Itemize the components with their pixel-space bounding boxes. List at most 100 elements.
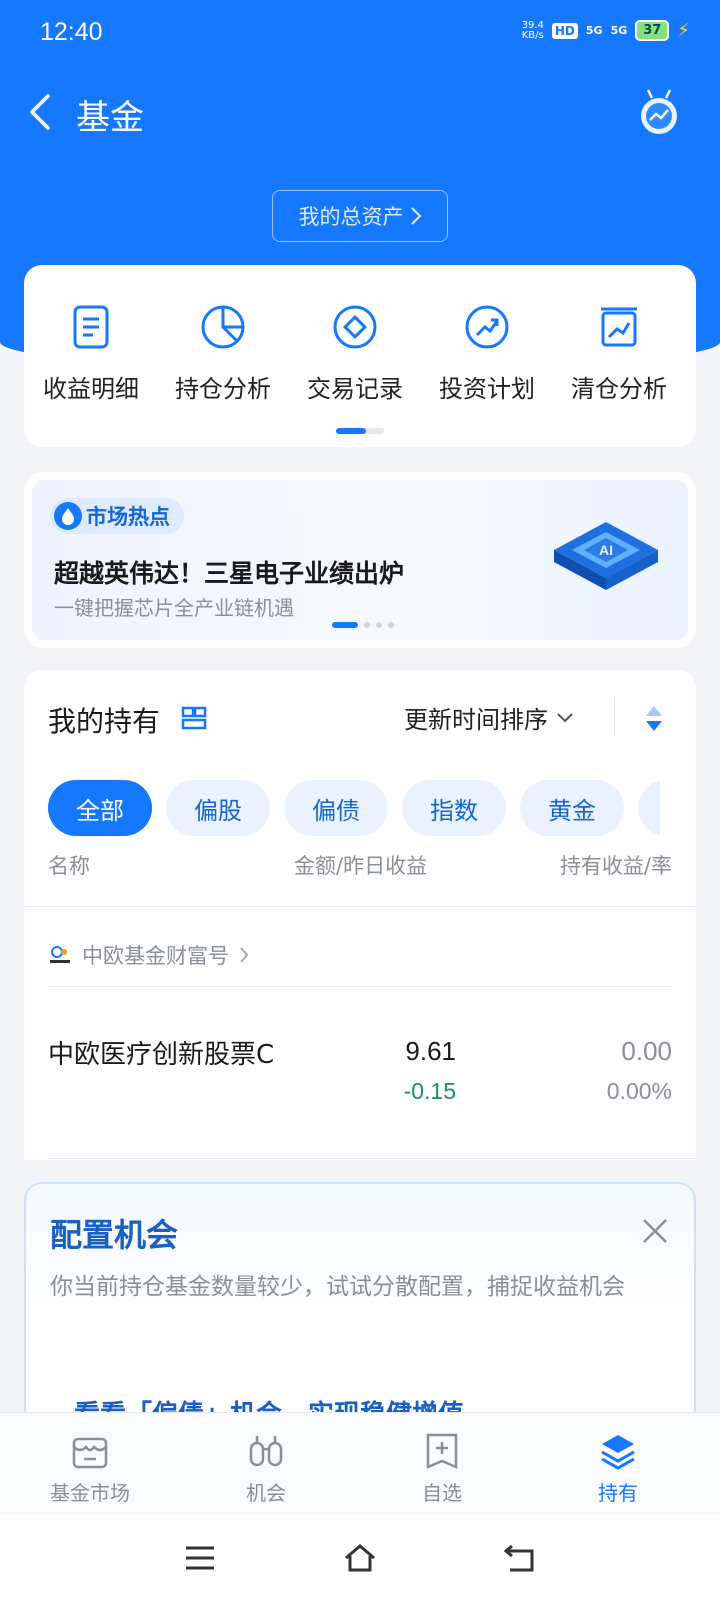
column-header-profit: 持有收益/率	[559, 854, 672, 878]
tab-label: 机会	[246, 1481, 286, 1505]
sort-dropdown[interactable]: 更新时间排序	[404, 700, 574, 735]
tab-label: 持有	[598, 1481, 638, 1505]
tool-investment-plan[interactable]: 投资计划	[420, 303, 554, 404]
tool-liquidation-analysis[interactable]: 清仓分析	[552, 303, 686, 404]
status-indicators: 39.4 KB/s HD 5G 5G 37 ⚡	[522, 20, 690, 41]
filter-chip-all[interactable]: 全部	[48, 780, 152, 836]
config-description: 你当前持仓基金数量较少，试试分散配置，捕捉收益机会	[50, 1274, 625, 1300]
config-opportunity-card: 配置机会 你当前持仓基金数量较少，试试分散配置，捕捉收益机会 看看「偏债」机会，…	[24, 1182, 696, 1442]
document-icon	[73, 305, 109, 349]
total-assets-label: 我的总资产	[298, 205, 404, 229]
network-speed-value: 39.4	[521, 19, 544, 31]
divider	[24, 906, 696, 907]
ai-chip-illustration: AI	[554, 522, 658, 590]
back-nav-icon[interactable]	[502, 1542, 538, 1574]
hd-icon: HD	[551, 22, 578, 39]
market-hot-tag-label: 市场热点	[86, 505, 170, 529]
market-hot-tag: 市场热点	[50, 498, 184, 534]
system-navigation-bar	[0, 1514, 720, 1600]
page-title: 基金	[76, 98, 144, 138]
layout-toggle-icon[interactable]	[180, 704, 208, 732]
ai-chip-text: AI	[599, 542, 613, 558]
divider	[614, 698, 615, 736]
fund-yesterday-profit: -0.15	[403, 1078, 456, 1104]
tab-label: 自选	[422, 1481, 462, 1505]
tools-card: 收益明细 持仓分析 交易记录 投资计划 清仓分析	[24, 265, 696, 447]
filter-chip-equity[interactable]: 偏股	[166, 780, 270, 836]
fund-holding-profit: 0.00	[621, 1036, 672, 1066]
signal-icon-2: 5G	[610, 24, 628, 37]
total-assets-button[interactable]: 我的总资产	[272, 190, 448, 242]
banner-page-indicator	[332, 622, 394, 628]
home-icon[interactable]	[342, 1542, 378, 1574]
config-title: 配置机会	[50, 1216, 179, 1254]
charging-icon: ⚡	[677, 20, 690, 41]
divider	[48, 1158, 696, 1159]
banner-dot	[376, 622, 382, 628]
tool-label: 投资计划	[439, 375, 535, 403]
fund-company-link[interactable]: 中欧基金财富号	[48, 940, 249, 970]
banner-dot	[364, 622, 370, 628]
tool-label: 收益明细	[43, 375, 139, 403]
market-hot-banner[interactable]: 市场热点 超越英伟达！三星电子业绩出炉 一键把握芯片全产业链机遇 AI	[24, 472, 696, 648]
fund-company-name: 中欧基金财富号	[82, 944, 229, 968]
chart-frame-icon	[601, 307, 637, 347]
flame-icon	[54, 502, 82, 530]
back-button[interactable]	[24, 90, 64, 134]
tool-trade-records[interactable]: 交易记录	[288, 303, 422, 404]
market-hot-banner-content: 市场热点 超越英伟达！三星电子业绩出炉 一键把握芯片全产业链机遇 AI	[32, 480, 688, 640]
robot-assistant-icon	[641, 89, 677, 134]
battery-icon: 37	[635, 20, 670, 41]
status-bar: 12:40 39.4 KB/s HD 5G 5G 37 ⚡	[0, 0, 720, 66]
store-icon	[72, 1437, 108, 1469]
tab-watchlist[interactable]: 自选	[382, 1431, 502, 1506]
tool-label: 持仓分析	[175, 375, 271, 403]
banner-dot	[388, 622, 394, 628]
tab-fund-market[interactable]: 基金市场	[30, 1431, 150, 1506]
filter-chip-bond[interactable]: 偏债	[284, 780, 388, 836]
market-hot-title: 超越英伟达！三星电子业绩出炉	[54, 559, 405, 588]
market-hot-subtitle: 一键把握芯片全产业链机遇	[54, 596, 294, 620]
tool-income-details[interactable]: 收益明细	[24, 303, 158, 404]
network-speed: 39.4 KB/s	[521, 19, 544, 41]
chevron-right-icon	[240, 947, 249, 963]
sort-label: 更新时间排序	[404, 706, 548, 734]
tools-page-indicator	[336, 428, 384, 434]
close-icon[interactable]	[640, 1216, 670, 1246]
holdings-card: 我的持有 更新时间排序 全部 偏股 偏债 指数 黄金 名称 金额/昨日收益 持有…	[24, 670, 696, 1160]
pie-chart-icon	[201, 305, 245, 349]
network-speed-unit: KB/s	[521, 29, 544, 41]
trend-up-icon	[465, 305, 509, 349]
company-logo-icon	[50, 946, 70, 963]
tab-holdings[interactable]: 持有	[558, 1431, 678, 1506]
assistant-button[interactable]	[636, 88, 682, 136]
signal-icon: 5G	[585, 24, 603, 37]
sort-order-icon[interactable]	[644, 704, 664, 734]
tab-label: 基金市场	[50, 1481, 130, 1505]
fund-amount: 9.61	[405, 1036, 456, 1066]
chevron-right-icon	[410, 207, 421, 225]
tool-position-analysis[interactable]: 持仓分析	[156, 303, 290, 404]
filter-chip-index[interactable]: 指数	[402, 780, 506, 836]
holdings-title: 我的持有	[48, 705, 161, 738]
filter-chip-gold[interactable]: 黄金	[520, 780, 624, 836]
tool-label: 清仓分析	[571, 375, 667, 403]
binoculars-icon	[249, 1436, 283, 1467]
chevron-down-icon	[557, 712, 573, 722]
chevron-left-icon	[30, 94, 50, 130]
filter-chips: 全部 偏股 偏债 指数 黄金	[48, 780, 660, 836]
layers-icon	[601, 1435, 635, 1470]
bottom-tab-bar: 基金市场 机会 自选 持有	[0, 1412, 720, 1514]
add-box-icon	[426, 1433, 458, 1469]
divider	[48, 986, 672, 987]
tab-opportunities[interactable]: 机会	[206, 1431, 326, 1506]
fund-holding-rate: 0.00%	[606, 1078, 672, 1104]
filter-chip-more[interactable]	[638, 780, 660, 836]
tools-page-indicator-active	[336, 428, 366, 434]
tool-label: 交易记录	[307, 375, 403, 403]
diamond-icon	[333, 305, 377, 349]
status-time: 12:40	[40, 18, 103, 46]
fund-name: 中欧医疗创新股票C	[48, 1040, 275, 1070]
menu-icon[interactable]	[182, 1542, 218, 1574]
column-header-name: 名称	[48, 854, 90, 878]
